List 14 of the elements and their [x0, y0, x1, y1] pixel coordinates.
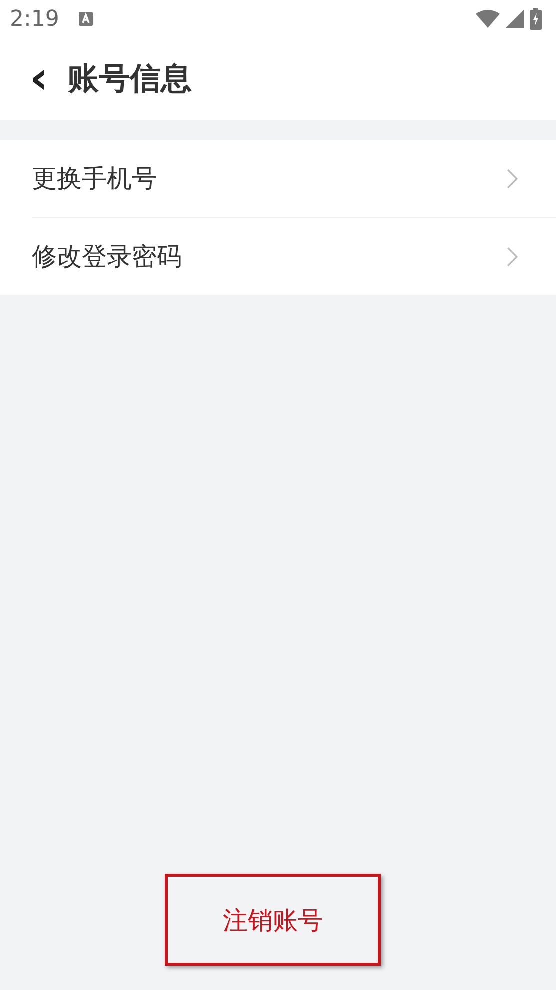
- battery-icon: [530, 8, 542, 30]
- menu-item-label: 更换手机号: [32, 163, 157, 195]
- menu-item[interactable]: 更换手机号: [32, 140, 556, 217]
- menu-item-label: 修改登录密码: [32, 241, 182, 273]
- back-button[interactable]: ‹: [24, 59, 54, 99]
- menu-item[interactable]: 修改登录密码: [32, 217, 556, 295]
- signal-icon: [506, 10, 524, 28]
- status-time: 2:19: [10, 6, 60, 32]
- cancel-account-button[interactable]: 注销账号: [165, 874, 381, 966]
- notification-icon: [79, 12, 94, 26]
- chevron-right-icon: [507, 246, 518, 266]
- wifi-icon: [476, 10, 500, 28]
- chevron-right-icon: [507, 168, 518, 188]
- page-title: 账号信息: [68, 60, 192, 99]
